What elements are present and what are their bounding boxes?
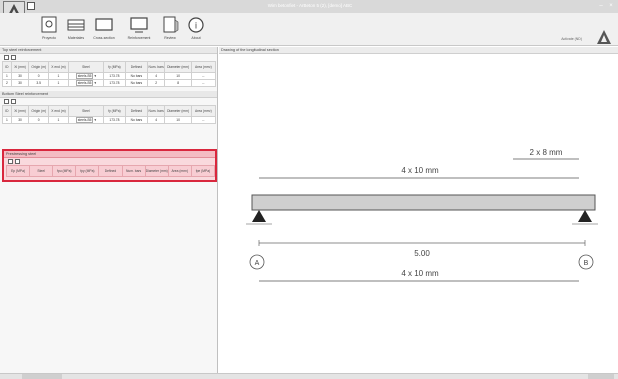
longitudinal-section-drawing: 2 x 8 mm 4 x 10 mm 5.00 A B 4 x 10 mm	[246, 148, 598, 282]
support-a-label: A	[255, 260, 260, 267]
status-bar	[0, 373, 618, 379]
bottom-bar-label: 4 x 10 mm	[401, 269, 439, 278]
status-left-segment	[22, 374, 62, 379]
support-b-label: B	[584, 260, 589, 267]
support-left-icon	[252, 210, 266, 222]
support-right-icon	[578, 210, 592, 222]
top-bar-long-label: 4 x 10 mm	[401, 166, 439, 175]
top-bar-short-label: 2 x 8 mm	[530, 148, 563, 157]
status-right-segment	[588, 374, 614, 379]
beam[interactable]	[251, 194, 596, 211]
span-length-label: 5.00	[414, 249, 430, 258]
